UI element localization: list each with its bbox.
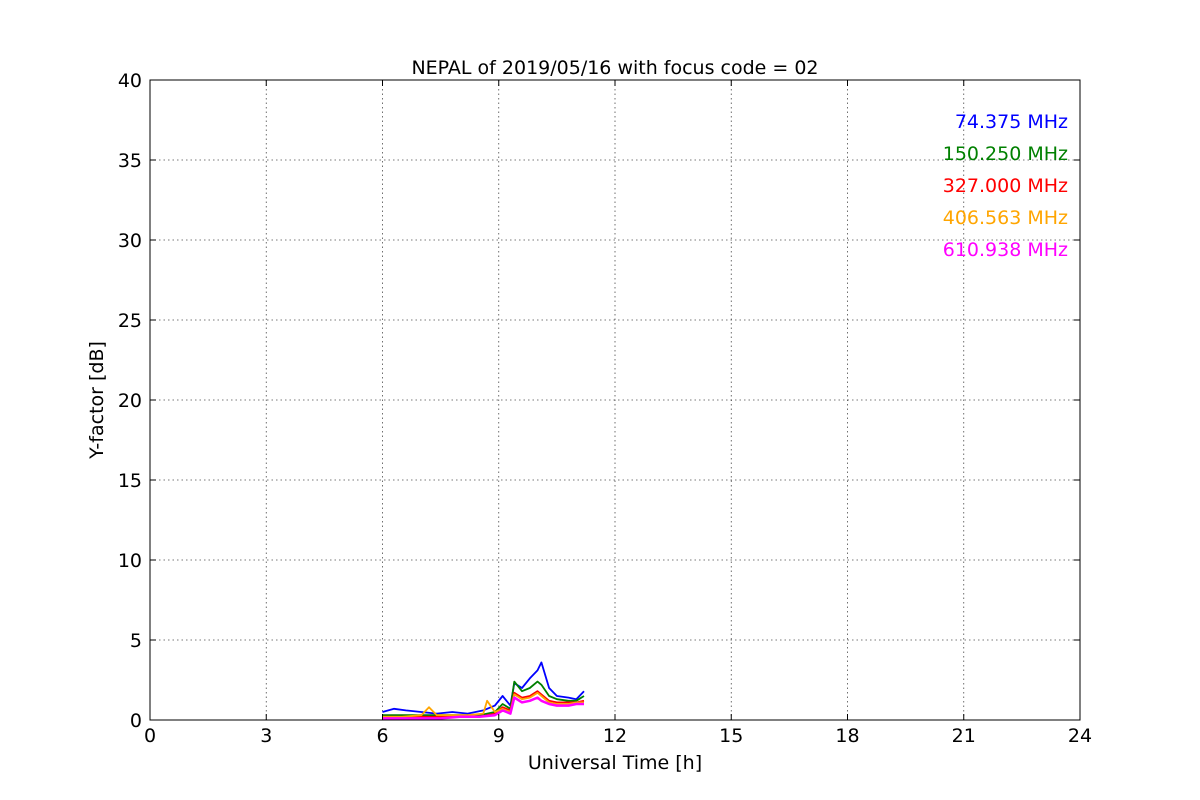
- y-tick-label: 10: [118, 550, 142, 572]
- x-tick-label: 6: [376, 725, 388, 747]
- x-tick-label: 0: [144, 725, 156, 747]
- y-tick-label: 35: [118, 150, 142, 172]
- legend-entry-3: 327.000 MHz: [943, 175, 1068, 197]
- x-tick-label: 24: [1068, 725, 1092, 747]
- y-tick-label: 0: [130, 710, 142, 732]
- grid: [150, 80, 1080, 720]
- series-lines: [382, 661, 585, 720]
- x-tick-label: 3: [260, 725, 272, 747]
- y-tick-label: 20: [118, 390, 142, 412]
- y-tick-label: 30: [118, 230, 142, 252]
- legend-entry-1: 74.375 MHz: [955, 111, 1068, 133]
- x-tick-label: 12: [603, 725, 627, 747]
- x-tick-label: 21: [952, 725, 976, 747]
- chart-title: NEPAL of 2019/05/16 with focus code = 02: [411, 57, 818, 79]
- y-axis-label: Y-factor [dB]: [86, 341, 108, 460]
- y-tick-label: 40: [118, 70, 142, 92]
- chart: NEPAL of 2019/05/16 with focus code = 02…: [86, 57, 1092, 774]
- x-tick-label: 9: [493, 725, 505, 747]
- legend-entry-5: 610.938 MHz: [943, 239, 1068, 261]
- y-tick-label: 5: [130, 630, 142, 652]
- x-axis-label: Universal Time [h]: [528, 752, 702, 774]
- x-tick-labels: 0 3 6 9 12 15 18 21 24: [144, 725, 1092, 747]
- y-tick-label: 15: [118, 470, 142, 492]
- legend-entry-4: 406.563 MHz: [943, 207, 1068, 229]
- legend: 74.375 MHz 150.250 MHz 327.000 MHz 406.563 …: [943, 111, 1068, 261]
- y-tick-label: 25: [118, 310, 142, 332]
- y-tick-labels: 0 5 10 15 20 25 30 35 40: [118, 70, 142, 732]
- x-tick-label: 15: [719, 725, 743, 747]
- legend-entry-2: 150.250 MHz: [943, 143, 1068, 165]
- x-tick-label: 18: [835, 725, 859, 747]
